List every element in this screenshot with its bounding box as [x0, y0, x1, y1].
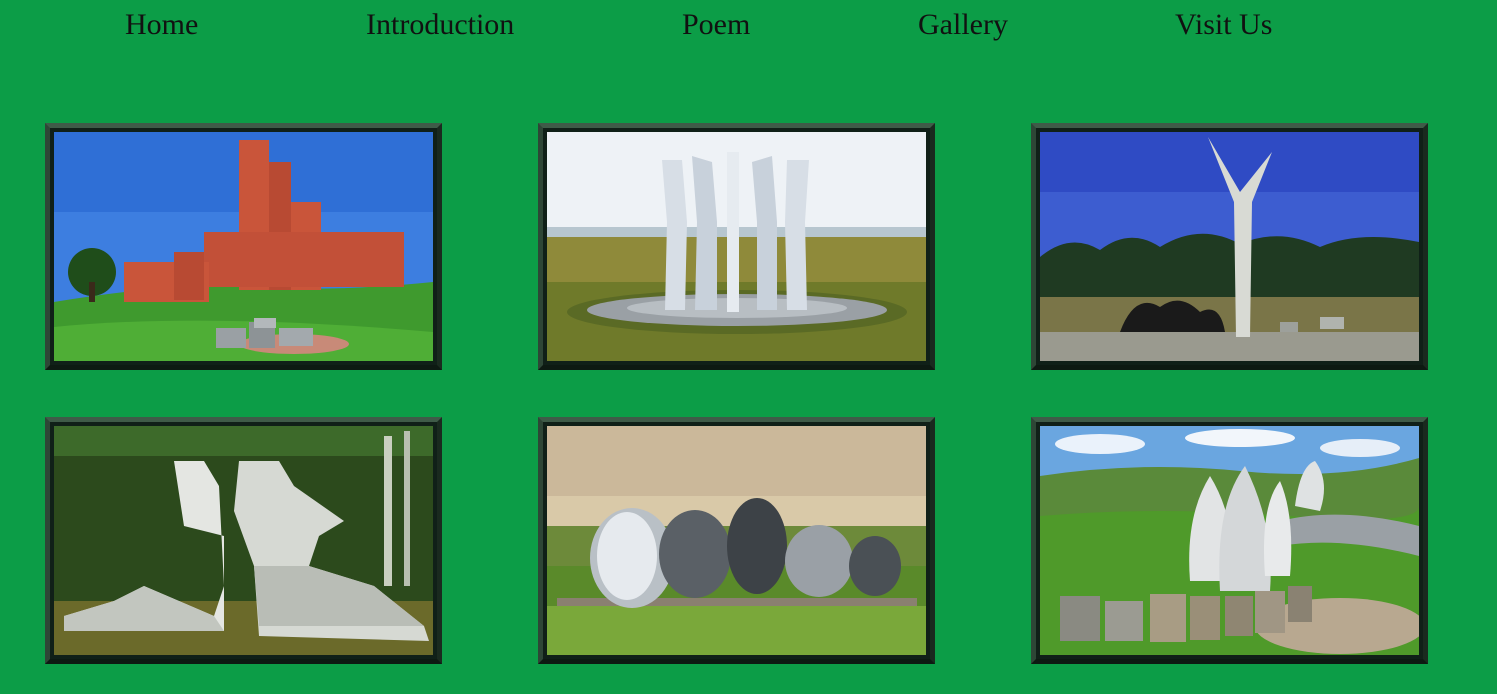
nav-visit-us-link[interactable]: Visit Us	[1175, 8, 1272, 42]
gallery-image-frame-2[interactable]	[538, 123, 935, 370]
gallery-image-frame-4[interactable]	[45, 417, 442, 664]
gallery-image-3	[1040, 132, 1419, 361]
gallery-image-2	[547, 132, 926, 361]
nav-introduction-link[interactable]: Introduction	[366, 8, 514, 42]
gallery-image-frame-1[interactable]	[45, 123, 442, 370]
top-navigation: Home Introduction Poem Gallery Visit Us	[0, 0, 1497, 60]
nav-poem-link[interactable]: Poem	[682, 8, 750, 42]
gallery-image-5	[547, 426, 926, 655]
gallery-image-4	[54, 426, 433, 655]
gallery-image-frame-5[interactable]	[538, 417, 935, 664]
nav-home-link[interactable]: Home	[125, 8, 198, 42]
nav-gallery-link[interactable]: Gallery	[918, 8, 1008, 42]
gallery-image-frame-6[interactable]	[1031, 417, 1428, 664]
gallery-image-1	[54, 132, 433, 361]
gallery-image-frame-3[interactable]	[1031, 123, 1428, 370]
gallery-image-6	[1040, 426, 1419, 655]
